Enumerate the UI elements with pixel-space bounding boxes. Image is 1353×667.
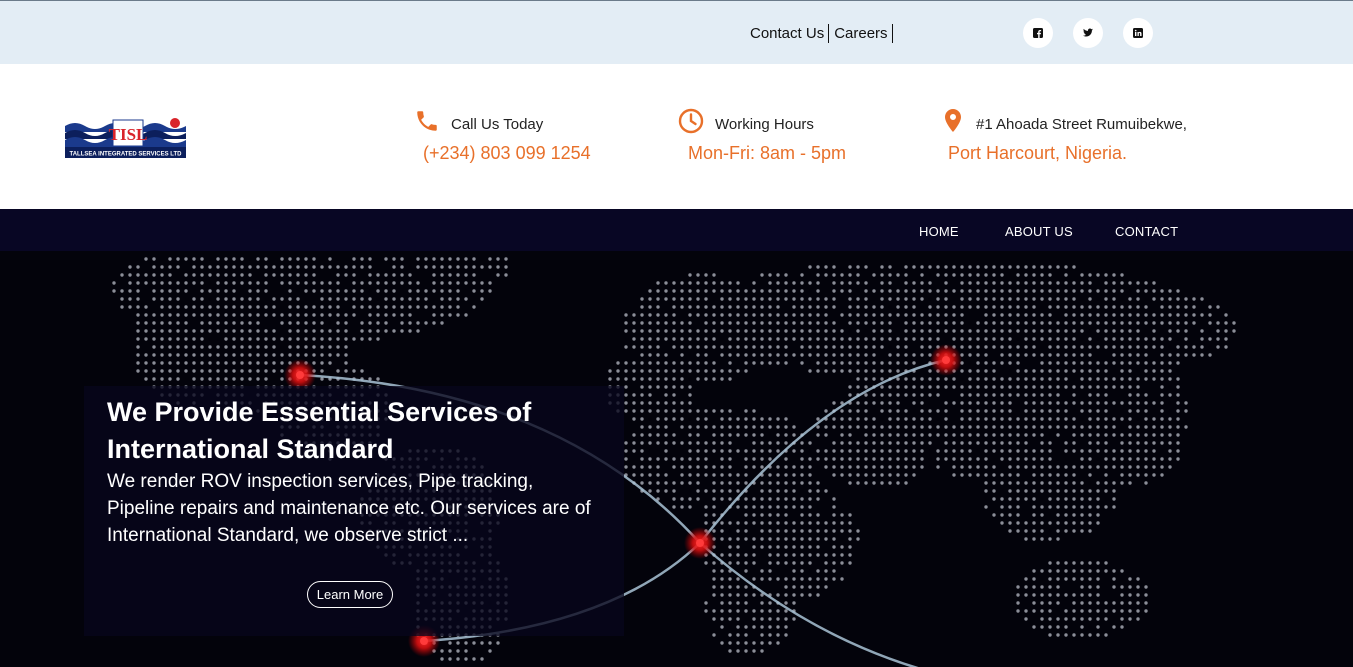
learn-more-button[interactable]: Learn More [307, 581, 393, 608]
hero-text-panel: We Provide Essential Services of Interna… [84, 386, 624, 636]
address-line-2: Port Harcourt, Nigeria. [948, 143, 1128, 163]
hero-headline: We Provide Essential Services of Interna… [107, 397, 532, 464]
hero-section: HOME ABOUT US CONTACT We Provide Essenti… [0, 209, 1353, 667]
hours-value: Mon-Fri: 8am - 5pm [688, 143, 847, 163]
facebook-icon [1033, 28, 1043, 38]
company-logo[interactable]: TISL TALLSEA INTEGRATED SERVICES LTD [65, 116, 186, 158]
address-line-1: #1 Ahoada Street Rumuibekwe, [976, 116, 1187, 133]
contact-us-link[interactable]: Contact Us [750, 24, 830, 43]
main-nav: HOME ABOUT US CONTACT [0, 209, 1353, 251]
logo-text: TALLSEA INTEGRATED SERVICES LTD [69, 152, 182, 158]
linkedin-button[interactable] [1123, 18, 1153, 48]
hours-label: Working Hours [715, 116, 814, 133]
logo-graphic: TISL TALLSEA INTEGRATED SERVICES LTD [65, 116, 186, 158]
linkedin-icon [1133, 28, 1143, 38]
twitter-icon [1083, 28, 1093, 37]
careers-link[interactable]: Careers [834, 24, 893, 43]
clock-icon [678, 108, 704, 134]
hero-description: We render ROV inspection services, Pipe … [107, 471, 591, 546]
location-pin-icon [945, 109, 961, 132]
nav-about-us[interactable]: ABOUT US [1005, 224, 1073, 239]
call-label: Call Us Today [451, 116, 544, 133]
logo-mark: TISL [109, 125, 148, 144]
twitter-button[interactable] [1073, 18, 1103, 48]
nav-home[interactable]: HOME [919, 224, 959, 239]
top-links: Contact Us Careers [750, 24, 898, 43]
facebook-button[interactable] [1023, 18, 1053, 48]
site-header: TISL TALLSEA INTEGRATED SERVICES LTD Cal… [0, 64, 1353, 209]
nav-contact[interactable]: CONTACT [1115, 224, 1178, 239]
phone-icon [417, 111, 437, 131]
top-bar: Contact Us Careers [0, 0, 1353, 64]
phone-number[interactable]: (+234) 803 099 1254 [423, 143, 591, 164]
